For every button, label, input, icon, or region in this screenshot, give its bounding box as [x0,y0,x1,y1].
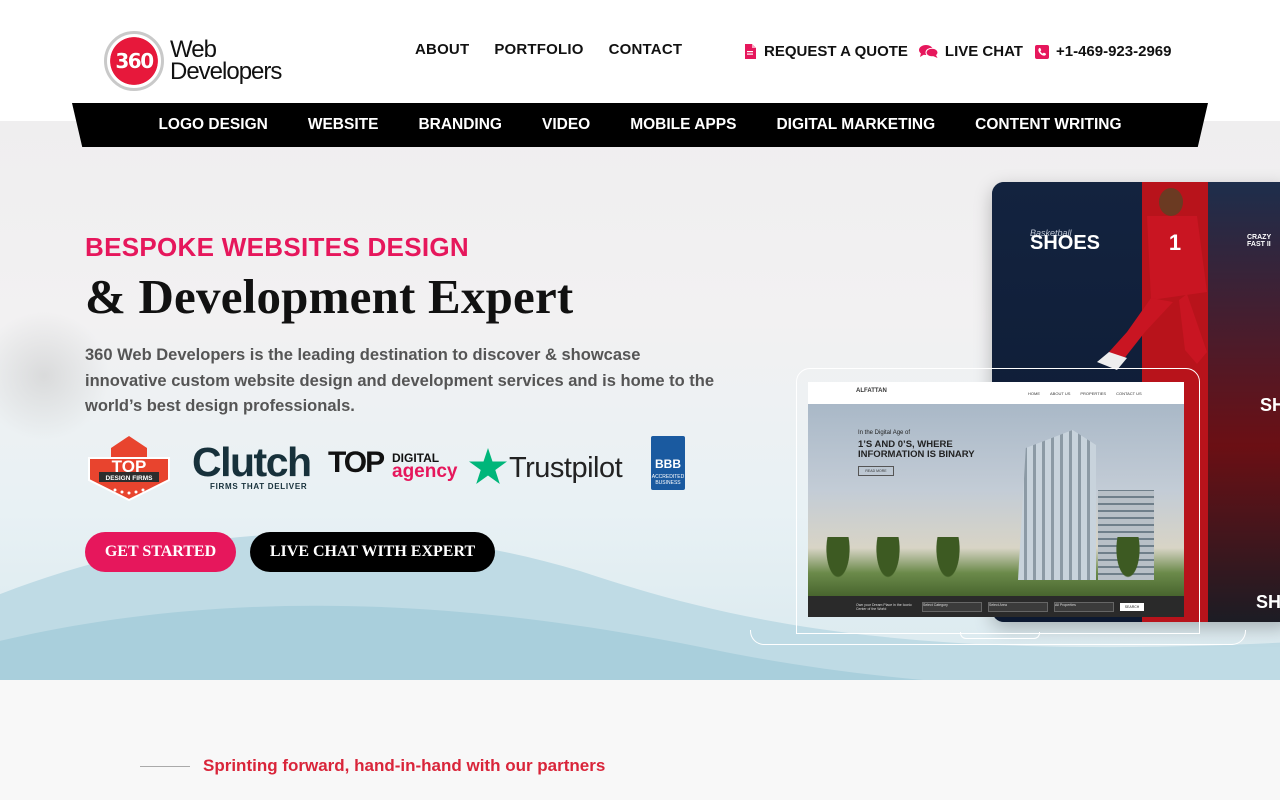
logo-line-1: Web [170,36,217,63]
palm-tree-image [1108,537,1148,597]
laptop-read-more: READ MORE [858,466,894,476]
clutch-badge: Clutch FIRMS THAT DELIVER [192,439,312,492]
clutch-name: Clutch [192,439,312,485]
laptop-site-logo: ALFATTAN [856,388,887,394]
trustpilot-star-icon [469,448,507,489]
laptop-select-category: Select Category [922,601,982,612]
laptop-tower-image [1018,430,1096,580]
top-badge-title: TOP [112,457,147,476]
tablet-side-label: CRAZY FAST II [1247,234,1271,248]
laptop-hero-big: 1’S AND 0’S, WHERE INFORMATION IS BINARY [858,439,975,460]
logo-badge: 360 [104,31,164,91]
tablet-title: SHOES [1030,232,1101,254]
palm-tree-image [928,537,968,597]
laptop-search-bar: Own your Dream Place in the Iconic Cente… [808,596,1184,617]
laptop-search-button: SEARCH [1120,602,1144,611]
service-website[interactable]: WEBSITE [288,116,399,134]
logo-line-2: Developers [170,58,282,85]
service-digital-marketing[interactable]: DIGITAL MARKETING [756,116,955,134]
trust-badges: TOP DESIGN FIRMS Clutch FIRMS THAT DELIV… [85,434,695,504]
chat-bubbles-icon [919,44,939,60]
bbb-accredited: ACCREDITED BUSINESS [651,474,685,486]
phone-icon [1034,44,1050,60]
service-content-writing[interactable]: CONTENT WRITING [955,116,1141,134]
laptop-select-properties: All Properties [1054,601,1114,612]
tablet-title-2: SH [1260,395,1280,415]
bbb-name: BBB [655,457,681,471]
get-started-button[interactable]: GET STARTED [85,532,236,572]
nav-about[interactable]: ABOUT [415,41,469,58]
service-nav: LOGO DESIGN WEBSITE BRANDING VIDEO MOBIL… [72,103,1208,147]
tablet-title-3: SH [1256,592,1280,612]
top-badge-subtitle: DESIGN FIRMS [106,475,154,482]
laptop-nav-about: ABOUT US [1050,390,1071,396]
trustpilot-badge: Trustpilot [469,448,623,489]
hero-kicker: BESPOKE WEBSITES DESIGN [85,232,469,262]
document-icon [742,44,758,60]
laptop-search-label: Own your Dream Place in the Iconic Cente… [856,602,912,611]
laptop-nav-properties: PROPERTIES [1080,390,1107,396]
partners-divider [140,766,190,767]
top-nav: ABOUT PORTFOLIO CONTACT [415,41,682,58]
laptop-nav-contact: CONTACT US [1116,390,1142,396]
svg-text:1: 1 [1169,230,1181,255]
header-cta-links: REQUEST A QUOTE LIVE CHAT +1-469-923-296… [742,43,1182,60]
bbb-badge: BBB ACCREDITED BUSINESS [651,436,685,490]
nav-portfolio[interactable]: PORTFOLIO [494,41,583,58]
laptop-notch [960,632,1040,639]
live-chat-link[interactable]: LIVE CHAT [919,43,1023,60]
service-logo-design[interactable]: LOGO DESIGN [138,116,287,134]
palm-tree-image [868,537,908,597]
partners-tagline: Sprinting forward, hand-in-hand with our… [203,756,606,775]
partners-section: Sprinting forward, hand-in-hand with our… [0,680,1280,800]
top-digital-agency: agency [392,461,458,482]
service-video[interactable]: VIDEO [522,116,610,134]
nav-contact[interactable]: CONTACT [609,41,683,58]
service-branding[interactable]: BRANDING [398,116,522,134]
clutch-tagline: FIRMS THAT DELIVER [210,482,308,491]
top-design-firms-badge: TOP DESIGN FIRMS [85,436,173,502]
hero-description: 360 Web Developers is the leading destin… [85,346,714,415]
laptop-hero-small: In the Digital Age of [858,430,911,436]
live-chat-expert-button[interactable]: LIVE CHAT WITH EXPERT [250,532,495,572]
basketball-player-image: 1 [1097,188,1207,370]
phone-link[interactable]: +1-469-923-2969 [1034,43,1172,60]
logo-wordmark: Web Developers [170,36,282,85]
top-digital-agency-badge: TOP DIGITAL agency [328,446,457,483]
phone-number: +1-469-923-2969 [1055,43,1172,60]
live-chat-label: LIVE CHAT [944,43,1023,60]
service-mobile-apps[interactable]: MOBILE APPS [610,116,756,134]
logo-badge-text: 360 [115,49,154,73]
top-digital-top: TOP [328,446,385,479]
request-quote-link[interactable]: REQUEST A QUOTE [742,43,908,60]
request-quote-label: REQUEST A QUOTE [764,43,908,60]
laptop-nav-home: HOME [1028,390,1040,396]
palm-tree-image [818,537,858,597]
hero-headline: & Development Expert [85,269,574,324]
site-header: 360 Web Developers ABOUT PORTFOLIO CONTA… [0,0,1280,104]
trustpilot-name: Trustpilot [509,452,623,484]
site-logo[interactable]: 360 Web Developers [104,27,294,95]
laptop-screen: ALFATTAN HOME ABOUT US PROPERTIES CONTAC… [808,382,1184,617]
laptop-select-area: Select Area [988,601,1048,612]
